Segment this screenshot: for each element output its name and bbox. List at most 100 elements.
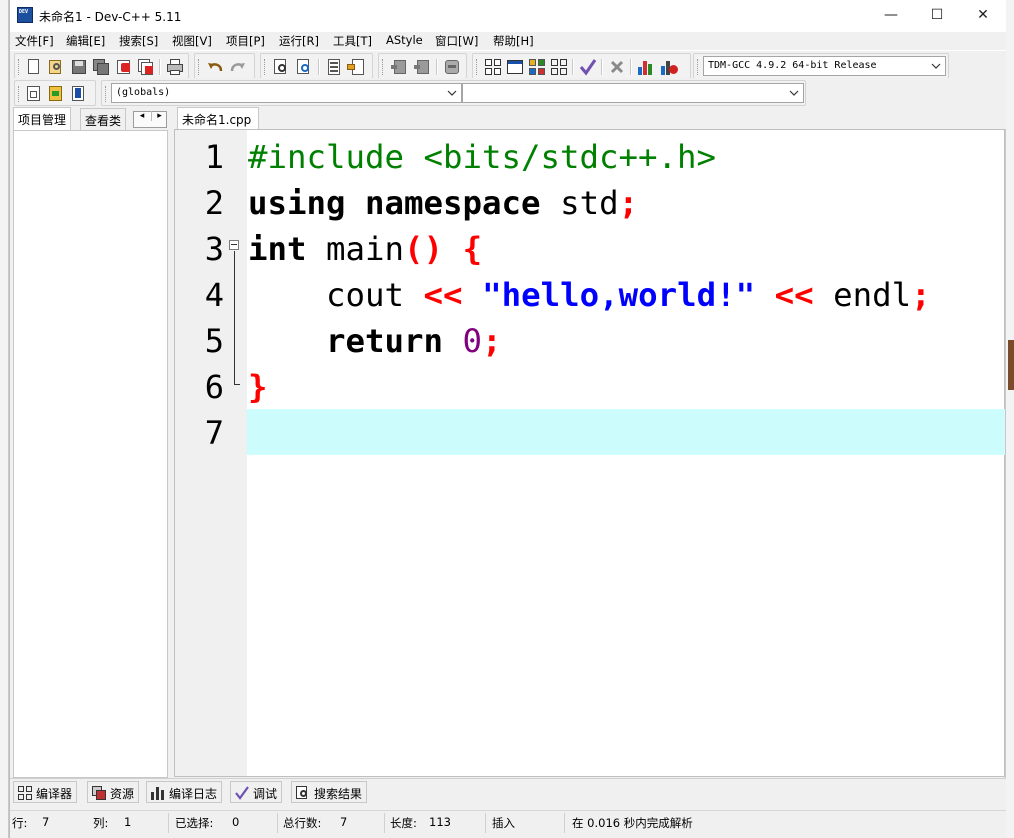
compiler-select[interactable]: TDM-GCC 4.9.2 64-bit Release — [703, 56, 946, 76]
toolbar-grip[interactable] — [105, 86, 108, 102]
status-selected-label: 已选择: — [175, 816, 214, 830]
title-bar[interactable]: DEV 未命名1 - Dev-C++ 5.11 — ☐ ✕ — [10, 0, 1006, 32]
clean-icon[interactable] — [608, 58, 626, 76]
open-file-icon[interactable] — [47, 58, 65, 76]
keyword: int — [248, 230, 307, 268]
minimize-button[interactable]: — — [868, 0, 914, 32]
toggle-bookmark-icon[interactable] — [47, 85, 65, 103]
chevron-down-icon — [788, 87, 800, 99]
tab-compiler[interactable]: 编译器 — [13, 781, 78, 803]
tab-resources[interactable]: 资源 — [87, 781, 140, 803]
line-number: 4 — [204, 276, 224, 314]
line-number-gutter: 1 2 3 4 5 6 7 — [175, 130, 247, 776]
toolbar-grip[interactable] — [476, 59, 479, 75]
save-icon[interactable] — [70, 58, 88, 76]
tab-project-manager[interactable]: 项目管理 — [13, 107, 72, 130]
background-window-edge-right — [1005, 0, 1014, 838]
maximize-button[interactable]: ☐ — [914, 0, 960, 32]
scope-toolbar-group: (globals) — [101, 80, 806, 106]
status-line-value: 7 — [42, 815, 50, 829]
member-select[interactable] — [462, 83, 804, 103]
toolbar-grip[interactable] — [697, 59, 700, 75]
close-file-icon[interactable] — [115, 58, 133, 76]
close-all-icon[interactable] — [137, 58, 155, 76]
window-title: 未命名1 - Dev-C++ 5.11 — [39, 10, 182, 24]
compiler-select-value: TDM-GCC 4.9.2 64-bit Release — [708, 60, 877, 71]
project-options-icon[interactable] — [443, 58, 461, 76]
compile-icon[interactable] — [484, 58, 502, 76]
delete-profile-icon[interactable] — [660, 58, 678, 76]
fold-guide-line — [234, 251, 235, 384]
keyword: using — [248, 184, 346, 222]
toolbar-grip[interactable] — [18, 86, 21, 102]
tab-debug[interactable]: 调试 — [230, 781, 283, 803]
tab-search-results[interactable]: 搜索结果 — [291, 781, 368, 803]
undo-icon[interactable] — [206, 58, 224, 76]
tab-search-results-label: 搜索结果 — [314, 787, 363, 801]
add-to-project-icon[interactable] — [390, 58, 408, 76]
menu-search[interactable]: 搜索[S] — [119, 33, 158, 49]
code-line-3: int main() { — [248, 226, 482, 272]
fold-guide-end — [234, 384, 240, 385]
menu-file[interactable]: 文件[F] — [15, 33, 54, 49]
project-toolbar-group — [378, 53, 467, 79]
status-length-label: 长度: — [390, 816, 417, 830]
syntax-check-icon[interactable] — [579, 58, 597, 76]
run-icon[interactable] — [506, 58, 524, 76]
goto-bookmark-icon[interactable] — [347, 58, 365, 76]
rebuild-all-icon[interactable] — [550, 58, 568, 76]
scope-select[interactable]: (globals) — [111, 83, 462, 103]
goto-line-icon[interactable] — [325, 58, 343, 76]
tab-scroll-left-button[interactable]: ◂ — [134, 111, 150, 121]
tab-scroll-right-button[interactable]: ▸ — [151, 111, 167, 121]
tab-compile-log[interactable]: 编译日志 — [146, 781, 223, 803]
status-divider — [384, 813, 385, 833]
find-icon[interactable] — [272, 58, 290, 76]
editor-tab-file[interactable]: 未命名1.cpp — [177, 107, 259, 129]
replace-icon[interactable] — [295, 58, 313, 76]
code-line-6: } — [248, 364, 268, 410]
status-divider — [168, 813, 169, 833]
menu-edit[interactable]: 编辑[E] — [66, 33, 105, 49]
code-editor[interactable]: 1 2 3 4 5 6 7 #include <bits/stdc++.h> u… — [174, 129, 1005, 777]
code-line-1: #include <bits/stdc++.h> — [248, 134, 716, 180]
menu-tools[interactable]: 工具[T] — [333, 33, 372, 49]
save-all-icon[interactable] — [92, 58, 110, 76]
print-icon[interactable] — [166, 58, 184, 76]
project-tree[interactable] — [13, 130, 168, 778]
menu-astyle[interactable]: AStyle — [386, 33, 423, 47]
redo-icon[interactable] — [229, 58, 247, 76]
background-strip — [1008, 340, 1014, 390]
undo-toolbar-group — [194, 53, 255, 79]
remove-from-project-icon[interactable] — [413, 58, 431, 76]
operator: << — [423, 276, 463, 314]
goto-function-icon[interactable] — [69, 85, 87, 103]
menu-help[interactable]: 帮助[H] — [493, 33, 534, 49]
line-number: 1 — [204, 138, 224, 176]
menu-bar: 文件[F] 编辑[E] 搜索[S] 视图[V] 项目[P] 运行[R] 工具[T… — [10, 32, 1006, 50]
menu-run[interactable]: 运行[R] — [279, 33, 319, 49]
status-insert-mode: 插入 — [492, 816, 515, 830]
tab-scroll-buttons: ◂ ▸ — [133, 111, 167, 128]
close-button[interactable]: ✕ — [960, 0, 1006, 32]
profile-icon[interactable] — [637, 58, 655, 76]
status-divider — [277, 813, 278, 833]
menu-project[interactable]: 项目[P] — [226, 33, 265, 49]
compiler-toolbar-group: TDM-GCC 4.9.2 64-bit Release — [693, 53, 949, 79]
menu-view[interactable]: 视图[V] — [172, 33, 212, 49]
toolbar-grip[interactable] — [198, 59, 201, 75]
bottom-panel-tabs: 编译器 资源 编译日志 调试 搜索结果 — [10, 778, 1006, 804]
toolbar-grip[interactable] — [382, 59, 385, 75]
tab-class-browser[interactable]: 查看类 — [80, 108, 127, 130]
tab-compile-log-label: 编译日志 — [169, 787, 218, 801]
keyword: namespace — [365, 184, 541, 222]
code-line-4: cout << "hello,world!" << endl; — [248, 272, 931, 318]
fold-toggle-icon[interactable] — [229, 240, 239, 250]
menu-window[interactable]: 窗口[W] — [435, 33, 478, 49]
identifier: std — [560, 184, 619, 222]
compile-run-icon[interactable] — [528, 58, 546, 76]
toolbar-grip[interactable] — [264, 59, 267, 75]
insert-icon[interactable] — [25, 85, 43, 103]
toolbar-grip[interactable] — [18, 59, 21, 75]
new-file-icon[interactable] — [25, 58, 43, 76]
